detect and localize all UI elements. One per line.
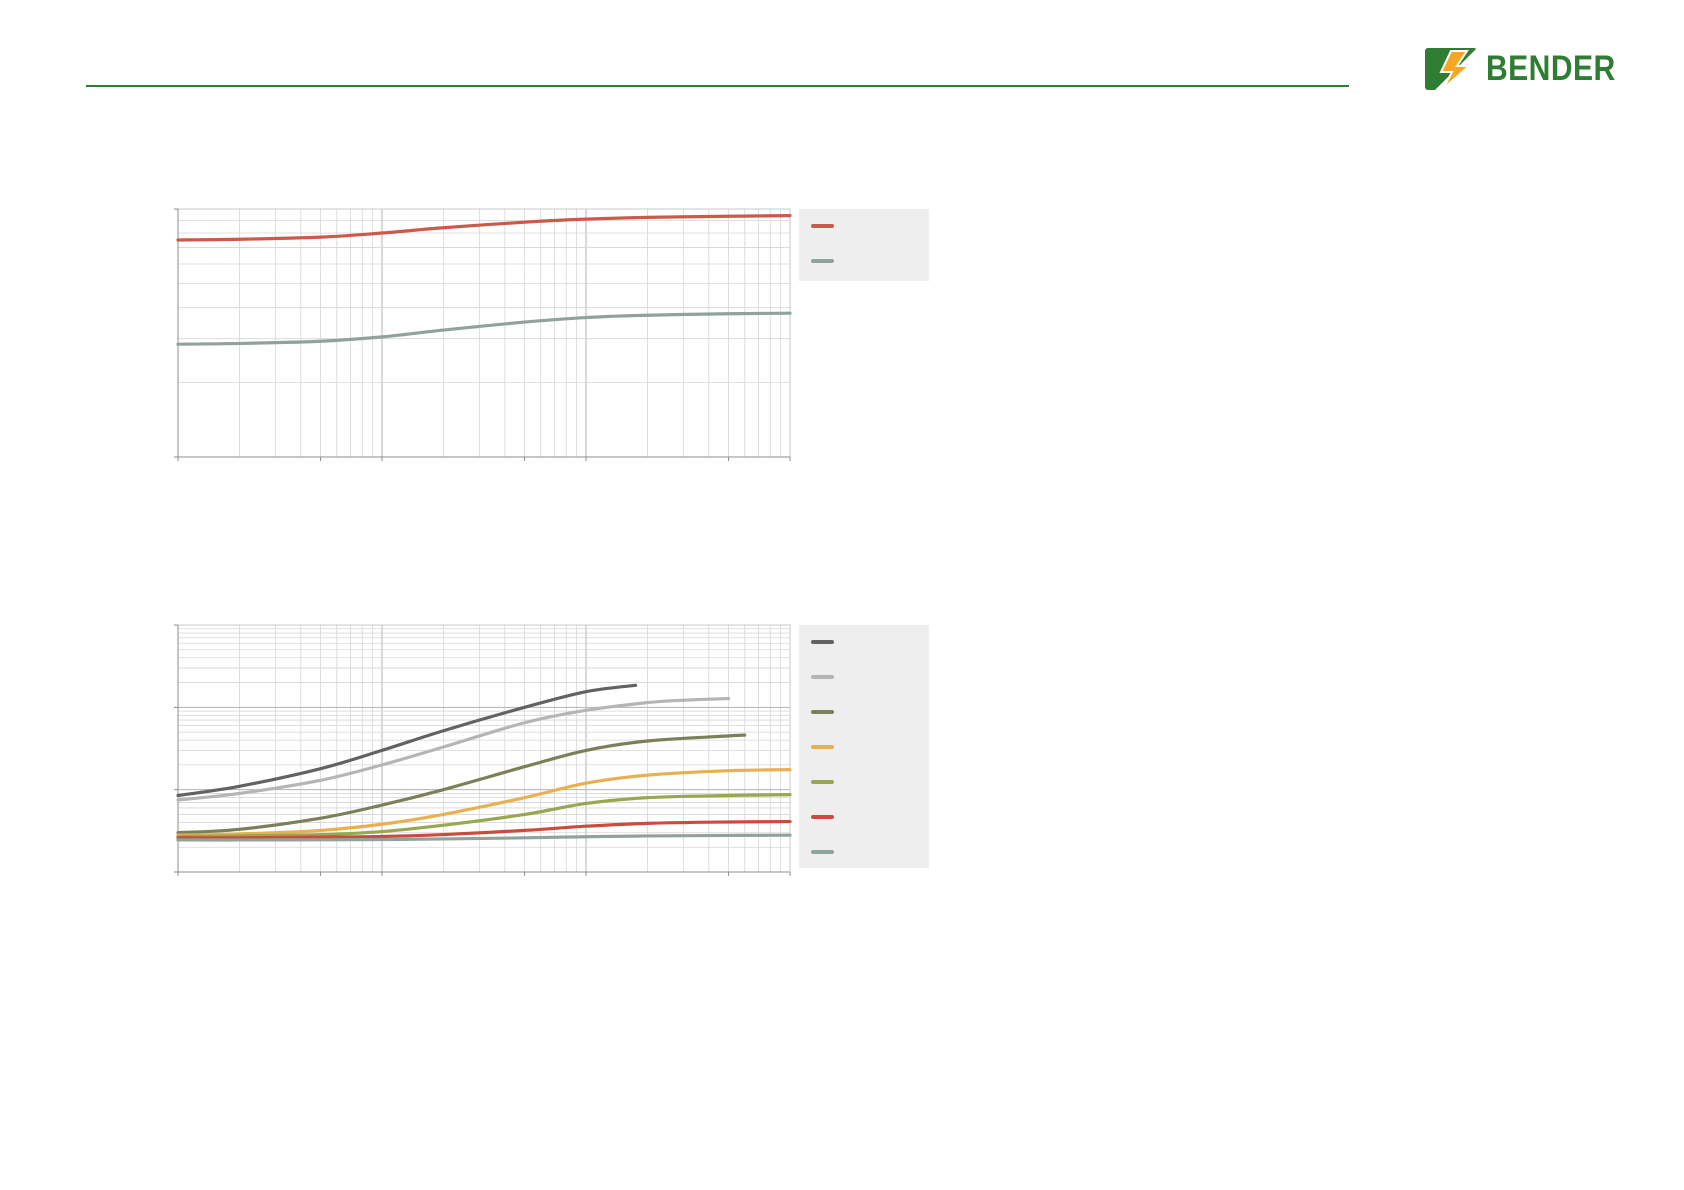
legend-item [799, 632, 929, 652]
legend-bottom [799, 625, 929, 868]
legend-item [799, 216, 929, 236]
chart-2-svg [174, 624, 792, 876]
chart-top [174, 208, 792, 461]
chart-1-grid [177, 209, 790, 458]
chart-1-svg [174, 208, 792, 461]
bender-logo: BENDER [1424, 47, 1637, 91]
legend-swatch [811, 745, 834, 749]
series-line-3 [176, 733, 747, 835]
series-line-2 [176, 311, 792, 346]
legend-item [799, 772, 929, 792]
series-line-2 [176, 696, 731, 802]
legend-swatch [811, 640, 834, 644]
bender-logo-icon [1425, 48, 1477, 90]
legend-swatch [811, 780, 834, 784]
legend-item [799, 667, 929, 687]
legend-swatch [811, 259, 834, 263]
legend-swatch [811, 224, 834, 228]
chart-1-frame [177, 208, 791, 458]
legend-item [799, 702, 929, 722]
series-line-5 [176, 793, 792, 839]
legend-swatch [811, 815, 834, 819]
brand-name: BENDER [1486, 49, 1616, 88]
chart-bottom [174, 624, 792, 876]
legend-item [799, 842, 929, 862]
legend-top [799, 209, 929, 281]
series-line-1 [176, 214, 792, 242]
legend-item [799, 737, 929, 757]
legend-swatch [811, 850, 834, 854]
legend-swatch [811, 675, 834, 679]
legend-item [799, 807, 929, 827]
legend-item [799, 251, 929, 271]
header-rule [86, 85, 1349, 87]
legend-swatch [811, 710, 834, 714]
